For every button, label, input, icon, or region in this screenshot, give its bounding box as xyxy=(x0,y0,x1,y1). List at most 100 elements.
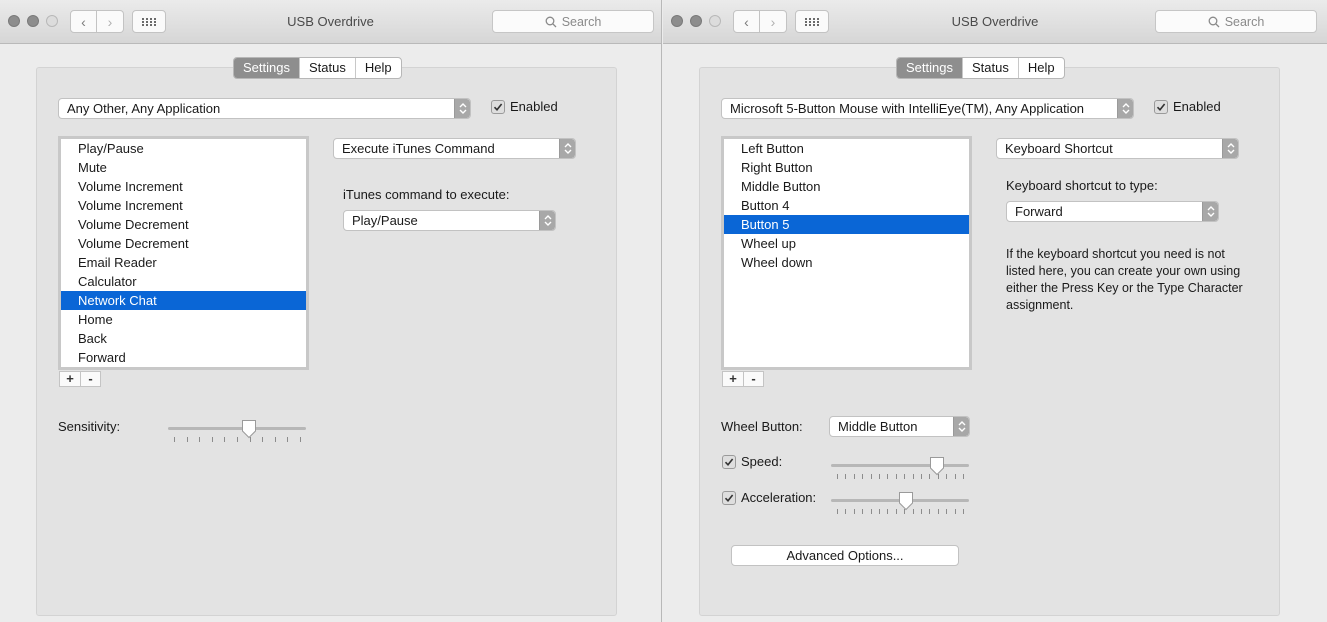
search-field[interactable]: Search xyxy=(492,10,654,33)
list-item[interactable]: Left Button xyxy=(724,139,969,158)
list-item[interactable]: Wheel down xyxy=(724,253,969,272)
slider-tick xyxy=(921,474,922,479)
itunes-command-popup[interactable]: Play/Pause xyxy=(343,210,556,231)
slider-tick xyxy=(845,474,847,479)
keyboard-shortcut-label: Keyboard shortcut to type: xyxy=(1006,178,1158,193)
itunes-command-label: iTunes command to execute: xyxy=(343,187,510,202)
tab-status[interactable]: Status xyxy=(961,58,1018,78)
list-item[interactable]: Play/Pause xyxy=(61,139,306,158)
slider-thumb[interactable] xyxy=(929,456,945,476)
tab-status[interactable]: Status xyxy=(298,58,355,78)
tab-help[interactable]: Help xyxy=(1017,58,1064,78)
updown-arrows-icon xyxy=(539,211,555,230)
enabled-label: Enabled xyxy=(510,99,558,114)
slider-thumb[interactable] xyxy=(241,419,257,439)
speed-slider[interactable] xyxy=(831,456,969,482)
list-item[interactable]: Network Chat xyxy=(61,291,306,310)
wheel-button-label: Wheel Button: xyxy=(721,419,803,434)
add-remove-buttons: + - xyxy=(722,371,764,387)
button-list[interactable]: Left Button Right Button Middle Button Butt… xyxy=(721,136,972,370)
slider-tick xyxy=(921,509,922,514)
tab-bar: Settings Status Help xyxy=(896,57,1065,79)
checkmark-icon xyxy=(491,100,505,114)
action-popup[interactable]: Execute iTunes Command xyxy=(333,138,576,159)
list-item[interactable]: Volume Decrement xyxy=(61,215,306,234)
action-popup[interactable]: Keyboard Shortcut xyxy=(996,138,1239,159)
checkmark-icon xyxy=(722,455,736,469)
slider-tick xyxy=(895,474,897,479)
advanced-options-button[interactable]: Advanced Options... xyxy=(731,545,959,566)
add-button[interactable]: + xyxy=(60,372,80,386)
slider-tick xyxy=(845,509,847,514)
slider-tick xyxy=(837,474,838,479)
slider-thumb[interactable] xyxy=(898,491,914,511)
action-popup-value: Execute iTunes Command xyxy=(342,141,495,156)
wheel-button-value: Middle Button xyxy=(838,419,918,434)
search-icon xyxy=(545,16,557,27)
tab-settings[interactable]: Settings xyxy=(234,58,299,78)
speed-label: Speed: xyxy=(741,454,783,469)
updown-arrows-icon xyxy=(559,139,575,158)
slider-tick xyxy=(954,509,956,514)
tab-help[interactable]: Help xyxy=(354,58,401,78)
list-item[interactable]: Volume Increment xyxy=(61,177,306,196)
list-item[interactable]: Email Reader xyxy=(61,253,306,272)
slider-tick xyxy=(879,474,880,479)
slider-tick xyxy=(963,509,964,514)
list-item[interactable]: Button 5 xyxy=(724,215,969,234)
slider-tick xyxy=(262,437,264,442)
list-item[interactable]: Back xyxy=(61,329,306,348)
slider-tick xyxy=(963,474,964,479)
list-item[interactable]: Middle Button xyxy=(724,177,969,196)
tab-bar: Settings Status Help xyxy=(233,57,402,79)
remove-button[interactable]: - xyxy=(80,372,100,386)
keyboard-shortcut-value: Forward xyxy=(1015,204,1063,219)
slider-tick xyxy=(862,509,864,514)
list-item[interactable]: Volume Increment xyxy=(61,196,306,215)
updown-arrows-icon xyxy=(454,99,470,118)
acceleration-checkbox[interactable]: Acceleration: xyxy=(722,491,816,505)
slider-ticks xyxy=(174,437,301,442)
slider-tick xyxy=(904,474,906,479)
list-item[interactable]: Mute xyxy=(61,158,306,177)
acceleration-slider[interactable] xyxy=(831,491,969,517)
add-remove-buttons: + - xyxy=(59,371,101,387)
list-item[interactable]: Home xyxy=(61,310,306,329)
slider-tick xyxy=(895,509,897,514)
remove-button[interactable]: - xyxy=(743,372,763,386)
slider-track xyxy=(168,427,306,430)
keyboard-shortcut-popup[interactable]: Forward xyxy=(1006,201,1219,222)
slider-tick xyxy=(954,474,956,479)
device-popup-value: Microsoft 5-Button Mouse with IntelliEye… xyxy=(730,101,1085,116)
info-text: If the keyboard shortcut you need is not… xyxy=(1006,247,1243,312)
list-item[interactable]: Right Button xyxy=(724,158,969,177)
slider-tick xyxy=(946,474,948,479)
list-item[interactable]: Volume Decrement xyxy=(61,234,306,253)
enabled-checkbox[interactable]: Enabled xyxy=(1154,100,1221,114)
titlebar: ‹ › USB Overdrive Search xyxy=(663,0,1327,44)
wheel-button-popup[interactable]: Middle Button xyxy=(829,416,970,437)
slider-tick xyxy=(199,437,201,442)
window-left: ‹ › USB Overdrive Search Settings Status… xyxy=(0,0,662,622)
enabled-checkbox[interactable]: Enabled xyxy=(491,100,558,114)
slider-track xyxy=(831,464,969,467)
checkmark-icon xyxy=(1154,100,1168,114)
list-item[interactable]: Button 4 xyxy=(724,196,969,215)
slider-tick xyxy=(853,474,855,479)
action-popup-value: Keyboard Shortcut xyxy=(1005,141,1113,156)
search-field[interactable]: Search xyxy=(1155,10,1317,33)
device-popup[interactable]: Any Other, Any Application xyxy=(58,98,471,119)
slider-tick xyxy=(912,474,914,479)
tab-settings[interactable]: Settings xyxy=(897,58,962,78)
add-button[interactable]: + xyxy=(723,372,743,386)
speed-checkbox[interactable]: Speed: xyxy=(722,455,782,469)
window-right: ‹ › USB Overdrive Search Settings Status… xyxy=(663,0,1327,622)
list-item[interactable]: Calculator xyxy=(61,272,306,291)
updown-arrows-icon xyxy=(953,417,969,436)
button-list[interactable]: Play/Pause Mute Volume Increment Volume Inc… xyxy=(58,136,309,370)
list-item[interactable]: Wheel up xyxy=(724,234,969,253)
slider-tick xyxy=(853,509,855,514)
sensitivity-slider[interactable] xyxy=(168,419,306,445)
device-popup[interactable]: Microsoft 5-Button Mouse with IntelliEye… xyxy=(721,98,1134,119)
list-item[interactable]: Forward xyxy=(61,348,306,367)
